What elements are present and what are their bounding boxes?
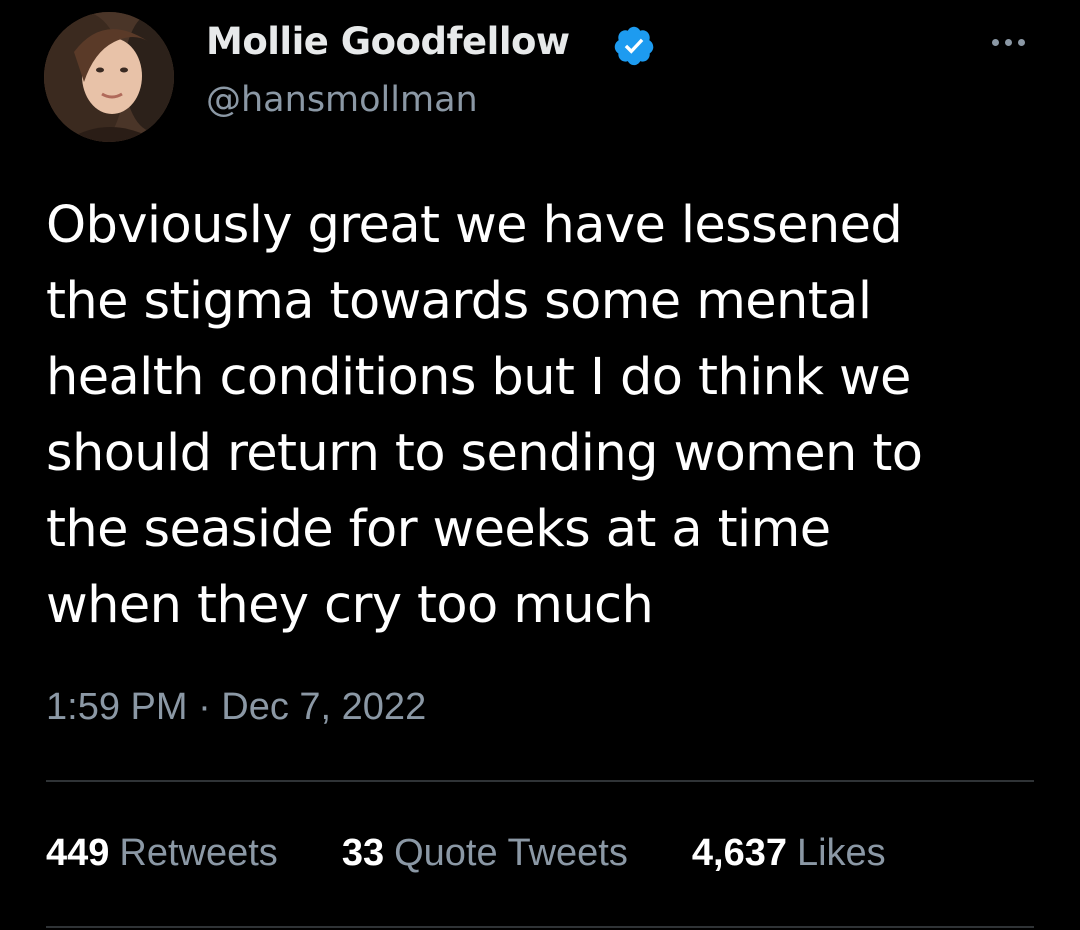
quote-tweets-label: Quote Tweets [394,832,628,874]
quote-tweets-stat[interactable]: 33 Quote Tweets [328,832,628,875]
author-display-name[interactable]: Mollie Goodfellow [206,20,570,63]
more-dot [991,38,999,46]
tweet-stats: 449 Retweets 33 Quote Tweets 4,637 Likes [46,832,886,875]
more-horizontal-icon[interactable] [984,24,1032,60]
avatar-photo [44,12,174,142]
likes-stat[interactable]: 4,637 Likes [678,832,886,875]
retweets-count: 449 [46,832,110,874]
more-dot [1017,38,1025,46]
author-handle[interactable]: @hansmollman [206,80,478,120]
tweet-card: Mollie Goodfellow @hansmollman Obviously… [0,0,1080,930]
tweet-text-line: the stigma towards some mental [46,272,872,331]
more-dot [1004,38,1012,46]
tweet-timestamp[interactable]: 1:59 PM · Dec 7, 2022 [46,686,426,729]
quote-tweets-count: 33 [341,832,385,874]
retweets-stat[interactable]: 449 Retweets [32,832,278,875]
tweet-text-line: Obviously great we have lessened [46,196,903,255]
likes-count: 4,637 [691,832,787,874]
tweet-text-line: health conditions but I do think we [46,348,911,407]
tweet-text-line: should return to sending women to [46,424,923,483]
tweet-text: Obviously great we have lessened the sti… [46,188,1056,644]
divider [46,780,1034,782]
retweets-label: Retweets [119,832,278,874]
tweet-text-line: when they cry too much [46,576,654,635]
verified-badge-icon [614,26,654,66]
likes-label: Likes [796,832,886,874]
tweet-text-line: the seaside for weeks at a time [46,500,831,559]
author-avatar[interactable] [44,12,174,142]
divider [46,926,1034,928]
